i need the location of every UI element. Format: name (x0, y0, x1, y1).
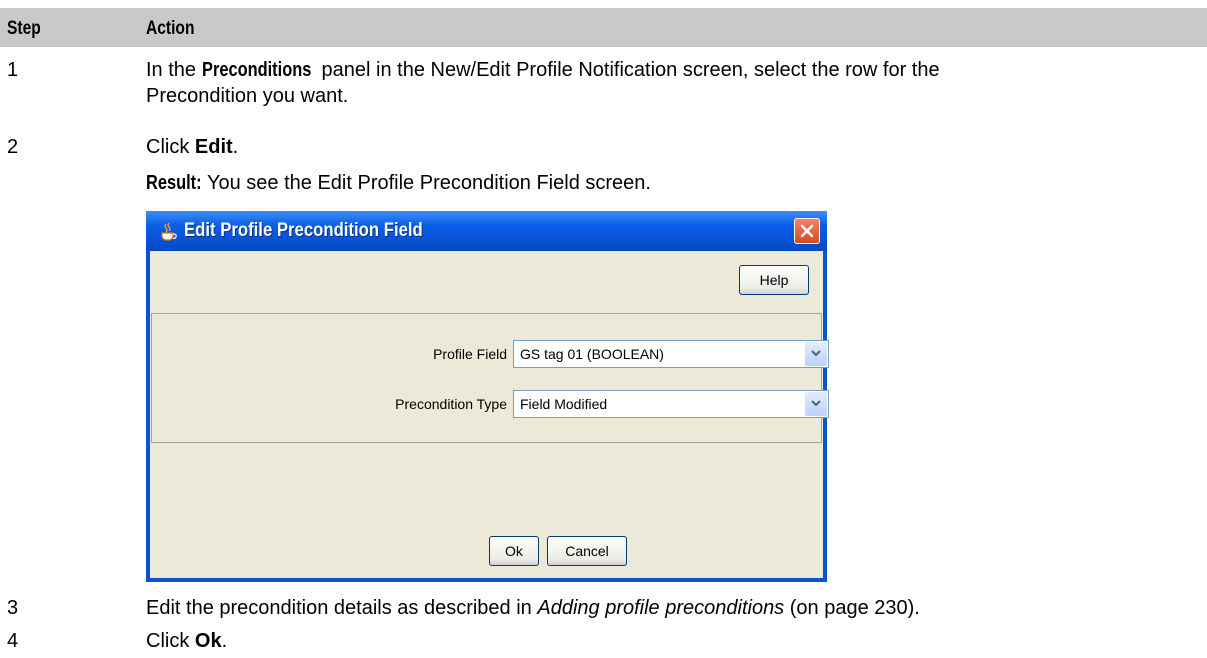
step-1-number: 1 (7, 59, 19, 81)
header-action: Action (146, 18, 195, 39)
edit-profile-precondition-dialog: Edit Profile Precondition Field Help Pro… (146, 211, 829, 582)
precondition-type-select[interactable]: Field Modified (513, 390, 829, 418)
ok-button[interactable]: Ok (489, 536, 539, 566)
help-button[interactable]: Help (739, 265, 809, 295)
precondition-fields-panel: Profile Field GS tag 01 (BOOLEAN) Precon… (151, 313, 829, 443)
dialog-title-bar[interactable]: Edit Profile Precondition Field (146, 211, 827, 251)
profile-field-value: GS tag 01 (BOOLEAN) (520, 346, 664, 362)
close-icon (800, 224, 814, 238)
header-step: Step (7, 18, 41, 39)
dialog-client-area: Help Profile Field GS tag 01 (BOOLEAN) P… (150, 251, 829, 578)
step-1-bold: Preconditions (201, 59, 311, 81)
cancel-button[interactable]: Cancel (547, 536, 627, 566)
table-header: Step Action (0, 8, 1207, 47)
dialog-title: Edit Profile Precondition Field (184, 220, 423, 241)
close-button[interactable] (794, 218, 820, 244)
step-2-bold: Edit (194, 136, 233, 158)
profile-field-select[interactable]: GS tag 01 (BOOLEAN) (513, 340, 829, 368)
step-1-text: In the Preconditions panel in the New/Ed… (146, 59, 940, 107)
result-line: Result: You see the Edit Profile Precond… (146, 172, 651, 194)
chevron-down-icon[interactable] (805, 342, 827, 366)
precondition-type-value: Field Modified (520, 396, 608, 412)
step-4-number: 4 (7, 630, 19, 652)
precondition-type-label: Precondition Type (395, 396, 507, 412)
step-2-text: Click Edit. (146, 136, 239, 158)
step-3-reference: Adding profile preconditions (537, 597, 785, 619)
step-2-number: 2 (7, 136, 19, 158)
step-3-number: 3 (7, 597, 19, 619)
profile-field-label: Profile Field (433, 346, 507, 362)
step-3-text: Edit the precondition details as describ… (146, 597, 920, 619)
step-4-text: Click Ok. (146, 630, 228, 652)
step-4-bold: Ok (194, 630, 222, 652)
chevron-down-icon[interactable] (805, 392, 827, 416)
result-label: Result: (146, 172, 202, 194)
java-cup-icon (157, 220, 179, 242)
